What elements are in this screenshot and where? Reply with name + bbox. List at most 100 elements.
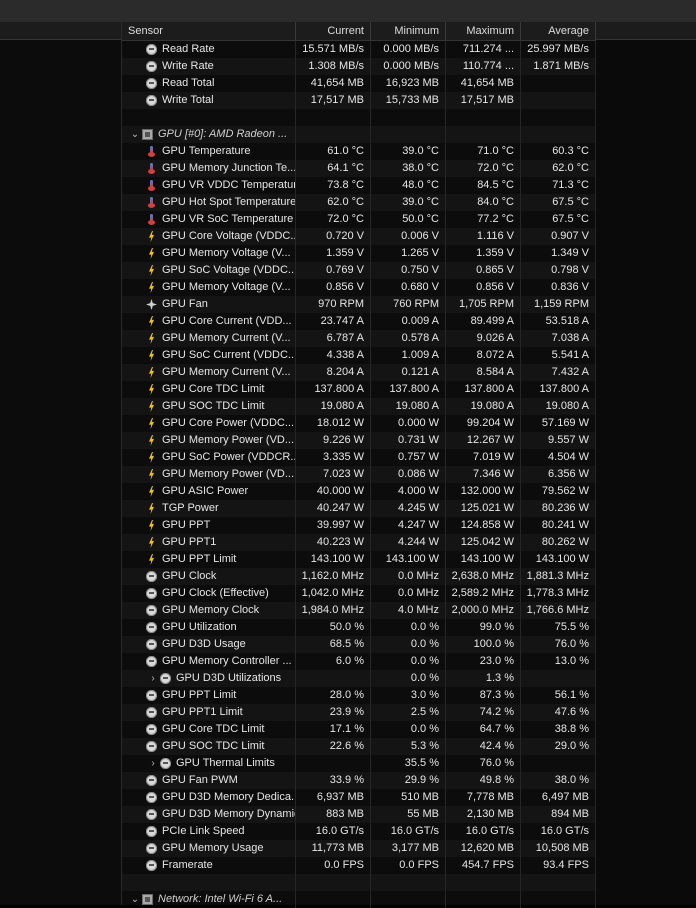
table-row[interactable]: GPU Memory Power (VD... 7.023 W 0.086 W 7.3… bbox=[122, 466, 596, 483]
table-row[interactable]: GPU Memory Clock 1,984.0 MHz 4.0 MHz 2,000.… bbox=[122, 602, 596, 619]
table-row[interactable]: GPU Fan 970 RPM 760 RPM 1,705 RPM 1,159 RPM bbox=[122, 296, 596, 313]
table-row[interactable]: GPU Core TDC Limit 17.1 % 0.0 % 64.7 % 38.8 … bbox=[122, 721, 596, 738]
table-row[interactable]: TGP Power 40.247 W 4.245 W 125.021 W 80.236 … bbox=[122, 500, 596, 517]
minimum-value: 5.3 % bbox=[371, 738, 446, 755]
column-header-average[interactable]: Average bbox=[521, 22, 596, 40]
subgroup-row[interactable]: › GPU D3D Utilizations 0.0 % 1.3 % bbox=[122, 670, 596, 687]
maximum-value: 72.0 °C bbox=[446, 160, 521, 177]
table-row[interactable]: GPU Core Voltage (VDDC... 0.720 V 0.006 V1… bbox=[122, 228, 596, 245]
table-row[interactable]: GPU VR VDDC Temperature 73.8 °C 48.0 °C 84.… bbox=[122, 177, 596, 194]
average-value: 79.562 W bbox=[521, 483, 596, 500]
thermometer-icon bbox=[146, 146, 157, 157]
sensor-label: GPU Memory Current (V... bbox=[162, 366, 291, 378]
sensor-label: GPU SOC TDC Limit bbox=[162, 400, 265, 412]
maximum-value: 42.4 % bbox=[446, 738, 521, 755]
average-value: 67.5 °C bbox=[521, 211, 596, 228]
table-row[interactable]: GPU Core Power (VDDC... 18.012 W 0.000 W 99… bbox=[122, 415, 596, 432]
table-row[interactable]: GPU PPT 39.997 W 4.247 W 124.858 W 80.241 W bbox=[122, 517, 596, 534]
right-pane-header bbox=[596, 22, 696, 40]
sensor-label: GPU Memory Voltage (V... bbox=[162, 247, 291, 259]
table-row[interactable]: Write Rate 1.308 MB/s 0.000 MB/s 110.774 ..… bbox=[122, 58, 596, 75]
table-row[interactable]: PCIe Link Speed 16.0 GT/s 16.0 GT/s 16.0 GT… bbox=[122, 823, 596, 840]
table-row[interactable]: GPU VR SoC Temperature 72.0 °C 50.0 °C 77.2… bbox=[122, 211, 596, 228]
lightning-icon bbox=[146, 316, 157, 327]
table-row[interactable]: GPU Memory Usage 11,773 MB 3,177 MB 12,620 … bbox=[122, 840, 596, 857]
sensor-name-cell: GPU Utilization bbox=[122, 619, 296, 636]
maximum-value: 49.8 % bbox=[446, 772, 521, 789]
average-value: 93.4 FPS bbox=[521, 857, 596, 874]
left-pane-header bbox=[0, 22, 121, 40]
column-header-maximum[interactable]: Maximum bbox=[446, 22, 521, 40]
table-row[interactable]: GPU PPT Limit 28.0 % 3.0 % 87.3 % 56.1 % bbox=[122, 687, 596, 704]
current-value: 0.856 V bbox=[296, 279, 371, 296]
sensor-label: GPU SoC Power (VDDCR... bbox=[162, 451, 296, 463]
lightning-icon bbox=[146, 265, 157, 276]
table-row[interactable]: GPU D3D Memory Dedica... 6,937 MB 510 MB 7,… bbox=[122, 789, 596, 806]
sensor-label: GPU D3D Memory Dynamic bbox=[162, 808, 296, 820]
table-row[interactable]: GPU Memory Junction Te... 64.1 °C 38.0 °C 7… bbox=[122, 160, 596, 177]
lightning-icon bbox=[146, 350, 157, 361]
table-row[interactable]: GPU D3D Memory Dynamic 883 MB 55 MB 2,130 M… bbox=[122, 806, 596, 823]
table-row[interactable]: GPU Memory Voltage (V... 0.856 V 0.680 V 0.… bbox=[122, 279, 596, 296]
table-row[interactable]: GPU D3D Usage 68.5 % 0.0 % 100.0 % 76.0 % bbox=[122, 636, 596, 653]
group-row[interactable]: ⌄ GPU [#0]: AMD Radeon ... bbox=[122, 126, 596, 143]
column-header-minimum[interactable]: Minimum bbox=[371, 22, 446, 40]
table-row[interactable]: GPU SoC Current (VDDC... 4.338 A 1.009 A 8.… bbox=[122, 347, 596, 364]
table-row[interactable]: GPU PPT1 Limit 23.9 % 2.5 % 74.2 % 47.6 % bbox=[122, 704, 596, 721]
table-row[interactable]: Read Total 41,654 MB 16,923 MB 41,654 MB bbox=[122, 75, 596, 92]
table-row[interactable]: GPU Clock 1,162.0 MHz 0.0 MHz 2,638.0 MHz 1,… bbox=[122, 568, 596, 585]
table-row[interactable]: GPU SOC TDC Limit 19.080 A 19.080 A 19.080 … bbox=[122, 398, 596, 415]
subgroup-row[interactable]: › GPU Thermal Limits 35.5 % 76.0 % bbox=[122, 755, 596, 772]
sensor-label: GPU Memory Voltage (V... bbox=[162, 281, 291, 293]
average-value bbox=[521, 755, 596, 772]
group-label: Network: Intel Wi-Fi 6 A... bbox=[158, 893, 283, 905]
sensor-label: Write Rate bbox=[162, 60, 214, 72]
maximum-value: 16.0 GT/s bbox=[446, 823, 521, 840]
gauge-icon bbox=[146, 639, 157, 650]
table-row[interactable]: GPU Memory Current (V... 8.204 A 0.121 A 8.… bbox=[122, 364, 596, 381]
minimum-value: 0.006 V bbox=[371, 228, 446, 245]
minimum-value: 0.086 W bbox=[371, 466, 446, 483]
table-row[interactable]: GPU Temperature 61.0 °C 39.0 °C 71.0 °C 60.3… bbox=[122, 143, 596, 160]
table-row[interactable]: GPU Memory Controller ... 6.0 % 0.0 % 23.0 … bbox=[122, 653, 596, 670]
maximum-value: 110.774 ... bbox=[446, 58, 521, 75]
average-value: 0.798 V bbox=[521, 262, 596, 279]
table-row[interactable]: GPU Hot Spot Temperature 62.0 °C 39.0 °C 84… bbox=[122, 194, 596, 211]
column-header-sensor[interactable]: Sensor bbox=[122, 22, 296, 40]
sensor-name-cell: GPU PPT Limit bbox=[122, 687, 296, 704]
maximum-value: 7,778 MB bbox=[446, 789, 521, 806]
gauge-icon bbox=[146, 78, 157, 89]
table-row[interactable]: GPU Memory Power (VD... 9.226 W 0.731 W 12.… bbox=[122, 432, 596, 449]
table-row[interactable]: GPU PPT Limit 143.100 W 143.100 W 143.100 W… bbox=[122, 551, 596, 568]
table-row[interactable]: Write Total 17,517 MB 15,733 MB 17,517 MB bbox=[122, 92, 596, 109]
collapsed-chevron-icon[interactable]: › bbox=[146, 670, 160, 687]
table-row[interactable]: GPU SoC Power (VDDCR... 3.335 W 0.757 W 7.0… bbox=[122, 449, 596, 466]
current-value: 40.247 W bbox=[296, 500, 371, 517]
column-header-current[interactable]: Current bbox=[296, 22, 371, 40]
table-row[interactable]: GPU SOC TDC Limit 22.6 % 5.3 % 42.4 % 29.0 % bbox=[122, 738, 596, 755]
table-row[interactable]: GPU SoC Voltage (VDDC... 0.769 V 0.750 V 0.… bbox=[122, 262, 596, 279]
expand-chevron-icon[interactable]: ⌄ bbox=[128, 126, 142, 143]
collapsed-chevron-icon[interactable]: › bbox=[146, 755, 160, 772]
minimum-value: 39.0 °C bbox=[371, 194, 446, 211]
table-row[interactable]: GPU Clock (Effective) 1,042.0 MHz 0.0 MHz 2… bbox=[122, 585, 596, 602]
table-row[interactable]: GPU Core TDC Limit 137.800 A 137.800 A 137.… bbox=[122, 381, 596, 398]
maximum-value: 1.359 V bbox=[446, 245, 521, 262]
sensor-name-cell: GPU D3D Memory Dedica... bbox=[122, 789, 296, 806]
table-row[interactable]: Read Rate 15.571 MB/s 0.000 MB/s 711.274 ..… bbox=[122, 41, 596, 58]
table-row[interactable]: GPU PPT1 40.223 W 4.244 W 125.042 W 80.262 W bbox=[122, 534, 596, 551]
table-row[interactable]: GPU Memory Voltage (V... 1.359 V 1.265 V 1.… bbox=[122, 245, 596, 262]
sensor-label: GPU PPT1 bbox=[162, 536, 217, 548]
table-row[interactable]: GPU Core Current (VDD... 23.747 A 0.009 A8… bbox=[122, 313, 596, 330]
current-value: 970 RPM bbox=[296, 296, 371, 313]
maximum-value: 124.858 W bbox=[446, 517, 521, 534]
gauge-icon bbox=[146, 809, 157, 820]
group-row[interactable]: ⌄ Network: Intel Wi-Fi 6 A... bbox=[122, 891, 596, 908]
table-row[interactable]: GPU Memory Current (V... 6.787 A 0.578 A 9.… bbox=[122, 330, 596, 347]
table-row[interactable]: GPU Fan PWM 33.9 % 29.9 % 49.8 % 38.0 % bbox=[122, 772, 596, 789]
table-row[interactable]: Framerate 0.0 FPS 0.0 FPS 454.7 FPS 93.4 FPS bbox=[122, 857, 596, 874]
table-row[interactable]: GPU ASIC Power 40.000 W 4.000 W 132.000 W 79… bbox=[122, 483, 596, 500]
table-row[interactable]: GPU Utilization 50.0 % 0.0 % 99.0 % 75.5 % bbox=[122, 619, 596, 636]
expand-chevron-icon[interactable]: ⌄ bbox=[128, 891, 142, 908]
sensor-name-cell: Write Total bbox=[122, 92, 296, 109]
